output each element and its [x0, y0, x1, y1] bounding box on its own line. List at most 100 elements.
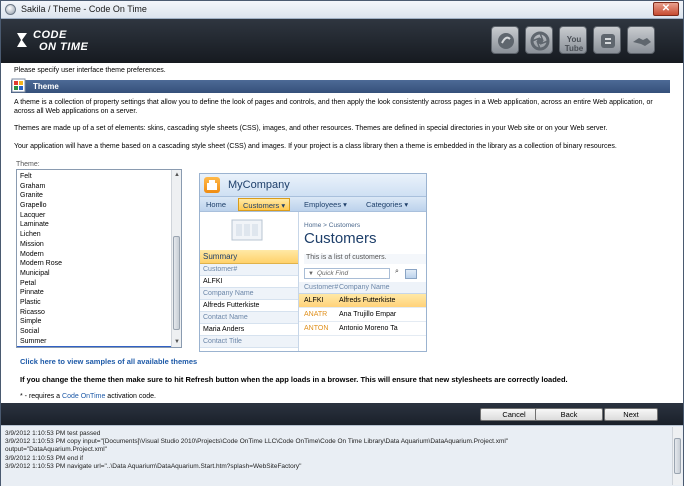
- scroll-down-icon[interactable]: ▼: [173, 338, 181, 346]
- theme-label: Theme:: [16, 161, 40, 168]
- palette-icon: [11, 78, 26, 93]
- scroll-up-icon[interactable]: ▲: [173, 171, 181, 179]
- preview-company-name: MyCompany: [228, 179, 290, 191]
- refresh-warning: If you change the theme then make sure t…: [20, 375, 568, 384]
- footnote-suffix: activation code.: [107, 393, 156, 400]
- preview-magnifier-icon: ⌕: [395, 268, 399, 275]
- theme-option[interactable]: Graham: [17, 182, 171, 192]
- theme-option[interactable]: Pinnate: [17, 288, 171, 298]
- preview-summary-label: Customer#: [200, 264, 298, 276]
- next-button[interactable]: Next: [604, 408, 658, 421]
- description-paragraph-2: Themes are made up of a set of elements:…: [14, 125, 608, 132]
- log-line: 3/9/2012 1:10:53 PM test passed: [5, 430, 101, 437]
- theme-option[interactable]: Laminate: [17, 220, 171, 230]
- log-line: 3/9/2012 1:10:53 PM end if: [5, 454, 84, 462]
- view-samples-link[interactable]: Click here to view samples of all availa…: [20, 357, 197, 366]
- theme-option[interactable]: Felt: [17, 172, 171, 182]
- preview-books-icon: [231, 219, 263, 241]
- theme-option[interactable]: Lichen: [17, 230, 171, 240]
- preview-grid-cell-id: ANATR: [304, 311, 328, 318]
- preview-grid-row: ANATR Ana Trujillo Empar: [299, 308, 426, 322]
- theme-option[interactable]: Granite: [17, 191, 171, 201]
- intro-text: Please specify user interface theme pref…: [14, 67, 166, 74]
- handshake-icon[interactable]: [627, 26, 655, 54]
- preview-toolbar-icon: [405, 269, 417, 279]
- theme-option[interactable]: Grapello: [17, 201, 171, 211]
- log-scroll-thumb[interactable]: [674, 438, 681, 474]
- log-lines: 3/9/2012 1:10:53 PM test passed 3/9/2012…: [5, 430, 660, 471]
- preview-menu-customers: Customers ▾: [238, 198, 291, 211]
- application-window: Sakila / Theme - Code On Time ✕ CODE ON …: [0, 0, 684, 486]
- aperture-icon[interactable]: [525, 26, 553, 54]
- app-header: CODE ON TIME You Tube: [1, 19, 683, 63]
- theme-list-scrollbar[interactable]: ▲ ▼: [171, 170, 181, 347]
- preview-quick-find-placeholder: Quick Find: [317, 270, 349, 277]
- preview-summary-value: ALFKI: [200, 276, 298, 288]
- preview-grid-cell-name: Antonio Moreno Ta: [339, 325, 398, 332]
- preview-menu-categories: Categories ▾: [366, 200, 409, 209]
- log-panel[interactable]: 3/9/2012 1:10:53 PM test passed 3/9/2012…: [1, 425, 683, 486]
- youtube-icon[interactable]: You Tube: [559, 26, 587, 54]
- log-line: output="DataAquarium.Project.xml": [5, 446, 107, 454]
- preview-grid-cell-id: ALFKI: [304, 297, 324, 304]
- code-ontime-link[interactable]: Code OnTime: [62, 393, 105, 400]
- theme-option[interactable]: Vantage: [17, 346, 171, 347]
- preview-grid-cell-name: Alfreds Futterkiste: [339, 297, 396, 304]
- back-button[interactable]: Back: [535, 408, 603, 421]
- section-title: Theme: [33, 82, 59, 91]
- preview-page-title: Customers: [304, 230, 377, 247]
- theme-option[interactable]: Summer: [17, 337, 171, 347]
- app-icon: [5, 4, 16, 15]
- preview-grid-row: ANTON Antonio Moreno Ta: [299, 322, 426, 336]
- theme-preview: MyCompany Home Customers ▾ Employees ▾ C…: [199, 173, 427, 352]
- log-scrollbar[interactable]: [672, 427, 682, 485]
- theme-option[interactable]: Lacquer: [17, 211, 171, 221]
- preview-summary-label: Company Name: [200, 288, 298, 300]
- theme-listbox[interactable]: Felt Graham Granite Grapello Lacquer Laminate…: [16, 169, 182, 348]
- preview-sidebar: Summary Customer# ALFKI Company Name Alf…: [200, 212, 298, 351]
- logo-mark-icon: [17, 33, 27, 47]
- description-paragraph-3: Your application will have a theme based…: [14, 143, 617, 150]
- log-line: 3/9/2012 1:10:53 PM copy input="[Documen…: [5, 438, 509, 446]
- stackoverflow-icon[interactable]: [491, 26, 519, 54]
- scroll-thumb[interactable]: [173, 236, 180, 330]
- theme-list-items: Felt Graham Granite Grapello Lacquer Laminate…: [17, 172, 171, 347]
- close-button[interactable]: ✕: [653, 2, 679, 16]
- theme-option[interactable]: Modern Rose: [17, 259, 171, 269]
- preview-grid-cell-name: Ana Trujillo Empar: [339, 311, 397, 318]
- theme-option[interactable]: Plastic: [17, 298, 171, 308]
- preview-summary-title: Summary: [200, 250, 298, 264]
- preview-breadcrumb: Home > Customers: [304, 222, 361, 229]
- preview-header: MyCompany: [200, 174, 426, 196]
- preview-main: Home > Customers Customers This is a lis…: [298, 212, 426, 351]
- preview-grid-cell-id: ANTON: [304, 325, 329, 332]
- preview-summary-value: Maria Anders: [200, 324, 298, 336]
- title-bar[interactable]: Sakila / Theme - Code On Time ✕: [1, 1, 683, 19]
- preview-menu-bar: Home Customers ▾ Employees ▾ Categories …: [200, 196, 426, 212]
- wizard-content: Please specify user interface theme pref…: [1, 63, 683, 403]
- logo-text-line1: CODE: [33, 29, 67, 41]
- preview-summary-label: Contact Name: [200, 312, 298, 324]
- theme-option[interactable]: Ricasso: [17, 308, 171, 318]
- theme-option[interactable]: Social: [17, 327, 171, 337]
- preview-grid-header: Customer# Company Name: [299, 282, 426, 294]
- logo-text-line2: ON TIME: [39, 41, 89, 53]
- description-paragraph-1: A theme is a collection of property sett…: [14, 99, 653, 115]
- preview-grid-header-name: Company Name: [339, 284, 390, 291]
- theme-option[interactable]: Petal: [17, 279, 171, 289]
- preview-summary-value: Alfreds Futterkiste: [200, 300, 298, 312]
- theme-option[interactable]: Modern: [17, 250, 171, 260]
- code-on-time-logo[interactable]: CODE ON TIME: [15, 27, 93, 55]
- footnote-prefix: * - requires a: [20, 393, 61, 400]
- wizard-button-bar: Cancel Back Next: [1, 403, 683, 425]
- blogger-icon[interactable]: [593, 26, 621, 54]
- theme-option[interactable]: Mission: [17, 240, 171, 250]
- theme-option[interactable]: Municipal: [17, 269, 171, 279]
- theme-option[interactable]: Simple: [17, 317, 171, 327]
- log-line: 3/9/2012 1:10:53 PM navigate url="..\Dat…: [5, 462, 302, 470]
- preview-logo-icon: [204, 177, 220, 193]
- preview-search-icon: ▼: [308, 271, 314, 277]
- window-title: Sakila / Theme - Code On Time: [21, 4, 147, 14]
- preview-list-note: This is a list of customers.: [304, 254, 426, 264]
- preview-quick-find: ▼ Quick Find: [304, 268, 390, 279]
